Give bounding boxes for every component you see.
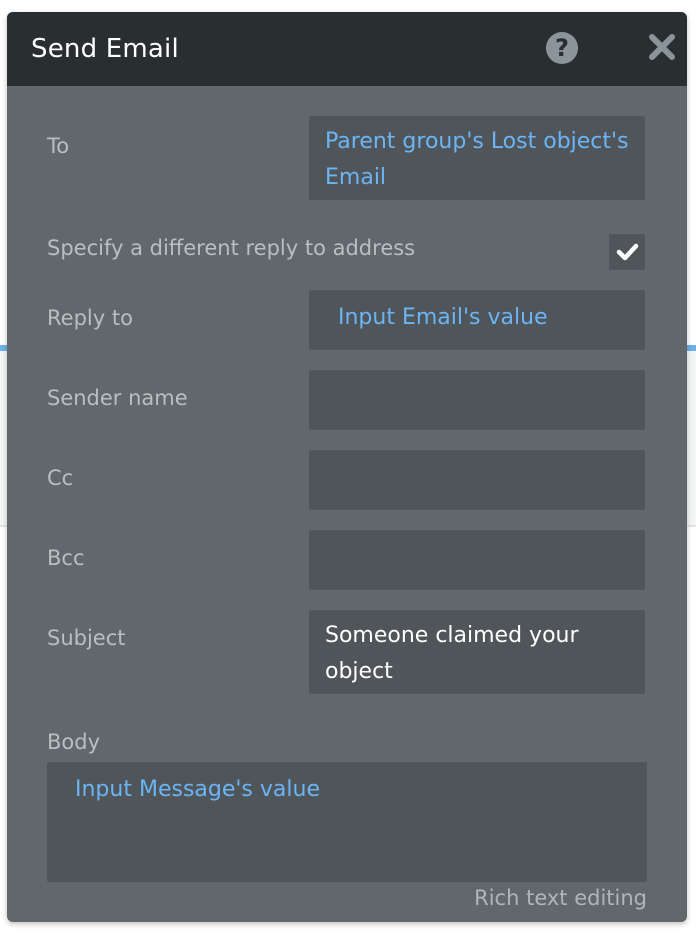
- subject-row: Subject Someone claimed your object: [47, 610, 645, 694]
- reply-to-label: Reply to: [47, 306, 133, 330]
- bcc-field[interactable]: [309, 530, 645, 590]
- background-accent-right: [687, 345, 696, 351]
- bcc-row: Bcc: [47, 530, 645, 590]
- background-accent-left: [0, 345, 7, 351]
- help-icon[interactable]: ?: [546, 32, 578, 64]
- different-reply-label: Specify a different reply to address: [47, 236, 416, 260]
- to-row: To Parent group's Lost object's Email: [47, 116, 645, 200]
- sender-name-row: Sender name: [47, 370, 645, 430]
- body-label: Body: [47, 730, 101, 754]
- different-reply-checkbox[interactable]: [609, 234, 645, 270]
- to-label: To: [47, 134, 70, 158]
- rich-text-editing-toggle[interactable]: Rich text editing: [474, 886, 647, 910]
- reply-to-field[interactable]: Input Email's value: [309, 290, 645, 350]
- cc-field[interactable]: [309, 450, 645, 510]
- cc-label: Cc: [47, 466, 74, 490]
- different-reply-row: Specify a different reply to address: [47, 234, 645, 270]
- reply-to-row: Reply to Input Email's value: [47, 290, 645, 350]
- dialog-header: Send Email ?: [7, 12, 687, 86]
- send-email-dialog: Send Email ? To Parent group's Lost obje…: [7, 12, 687, 922]
- to-field[interactable]: Parent group's Lost object's Email: [309, 116, 645, 200]
- body-field[interactable]: Input Message's value: [47, 762, 647, 882]
- subject-label: Subject: [47, 626, 126, 650]
- bcc-label: Bcc: [47, 546, 85, 570]
- subject-field[interactable]: Someone claimed your object: [309, 610, 645, 694]
- sender-name-field[interactable]: [309, 370, 645, 430]
- sender-name-label: Sender name: [47, 386, 188, 410]
- cc-row: Cc: [47, 450, 645, 510]
- close-icon[interactable]: [647, 32, 677, 62]
- dialog-title: Send Email: [31, 34, 179, 64]
- checkmark-icon: [616, 243, 639, 261]
